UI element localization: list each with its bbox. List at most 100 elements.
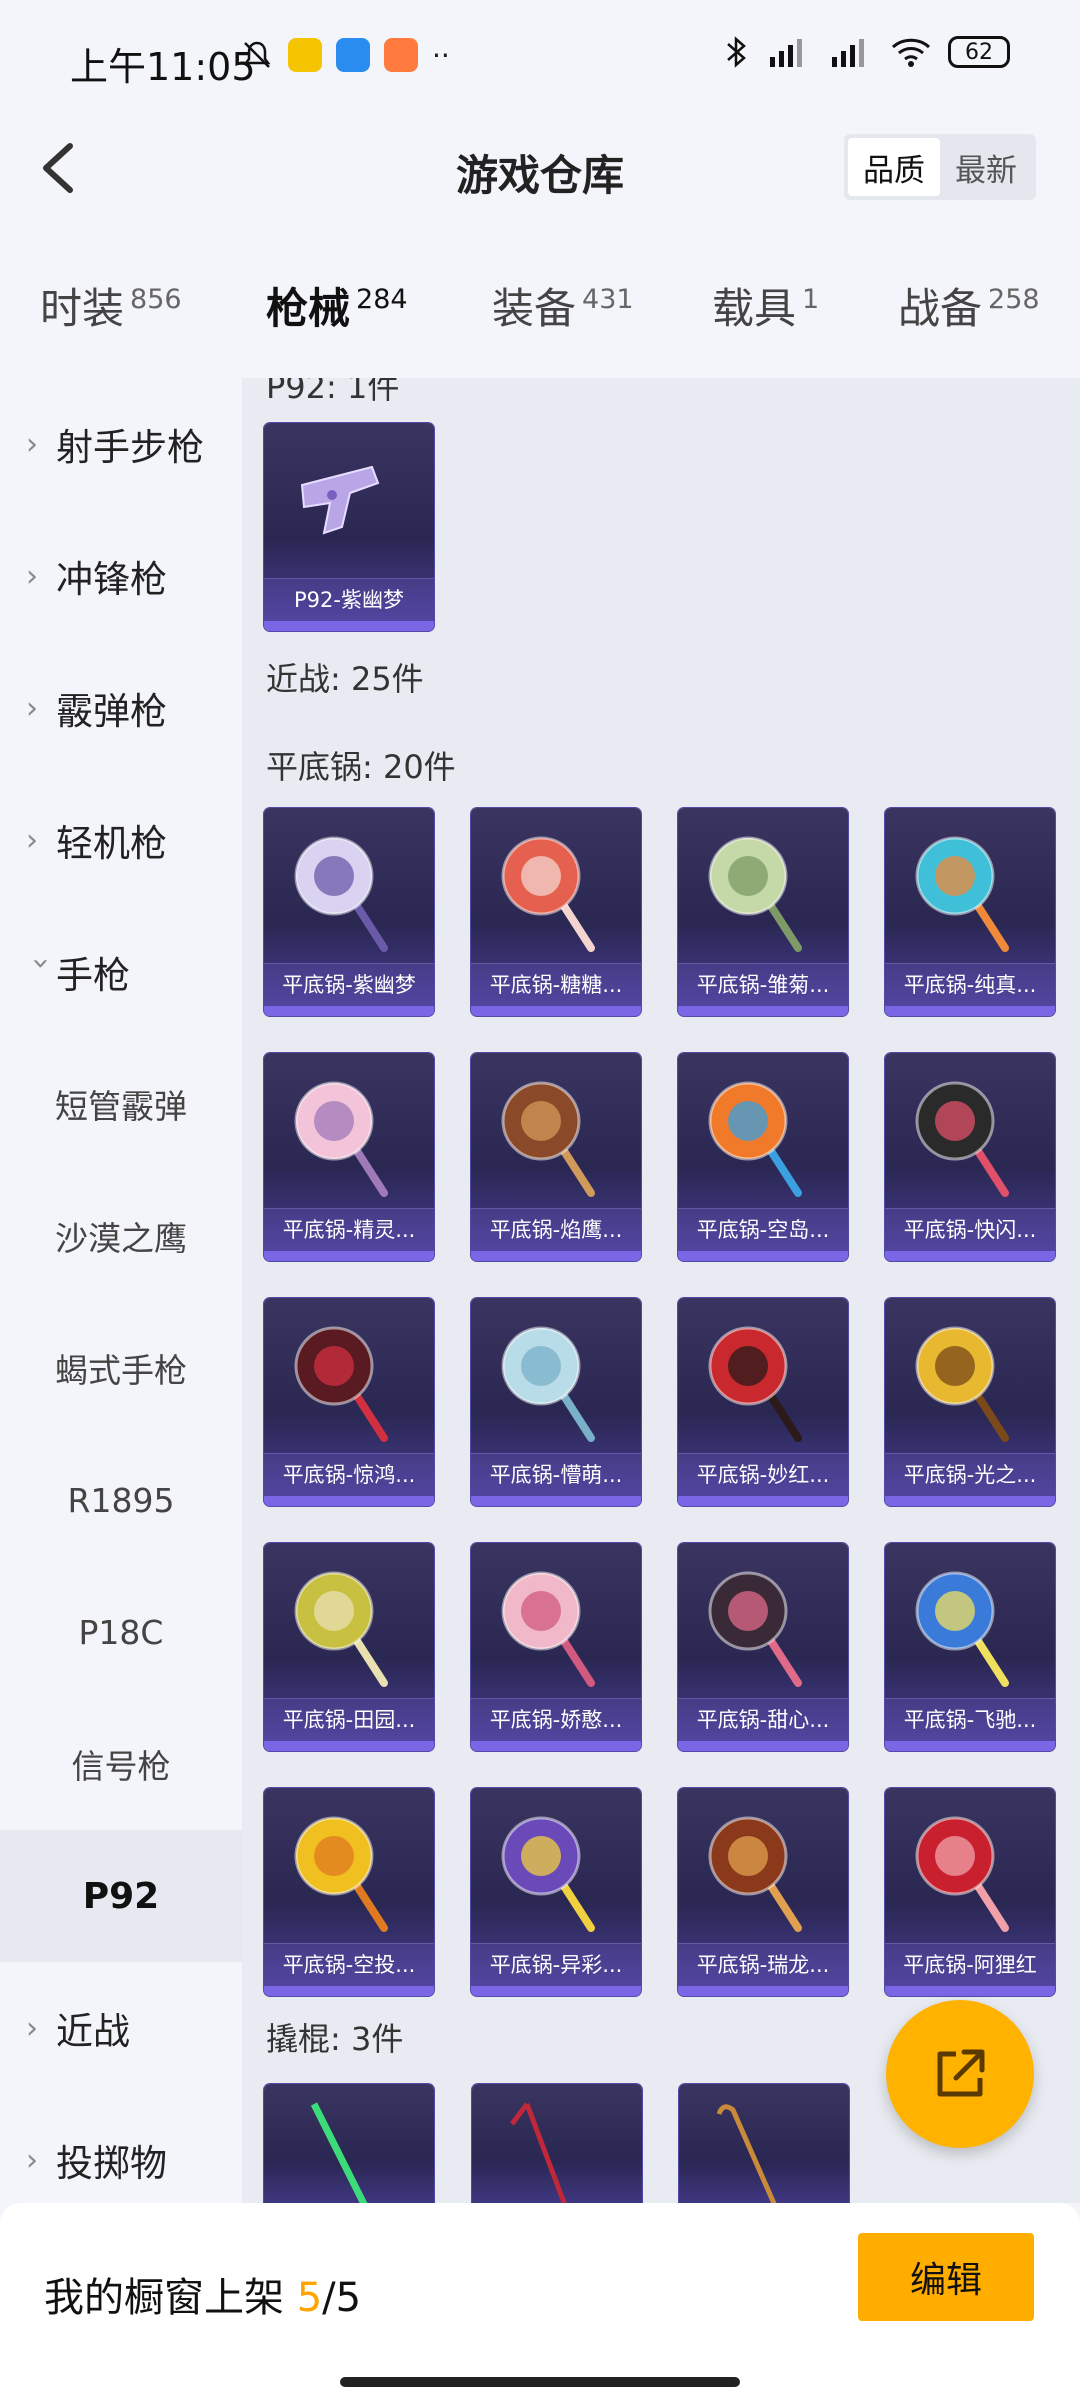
section-header-melee: 近战: 25件 [266, 660, 424, 698]
item-card-pan[interactable]: 平底锅-空投... [264, 1788, 434, 1996]
status-bar: 上午11:05 ·· 62 [0, 0, 1080, 120]
rarity-strip [678, 1496, 848, 1506]
rarity-strip [471, 1496, 641, 1506]
item-name: 平底锅-光之... [885, 1453, 1055, 1496]
share-fab[interactable] [886, 2000, 1034, 2148]
tab-supplies[interactable]: 战备 258 [898, 275, 1040, 336]
sidebar-item-skorpion[interactable]: 蝎式手枪 [0, 1302, 242, 1434]
sidebar-item-p92[interactable]: P92 [0, 1830, 242, 1962]
sidebar-item-smg[interactable]: › 冲锋枪 [0, 510, 242, 642]
sidebar-item-p18c[interactable]: P18C [0, 1566, 242, 1698]
tab-label: 载具 [712, 284, 797, 333]
item-card-pan[interactable]: 平底锅-田园... [264, 1543, 434, 1751]
tab-count: 1 [802, 284, 820, 315]
sidebar-item-r1895[interactable]: R1895 [0, 1434, 242, 1566]
tab-equipment[interactable]: 装备 431 [492, 275, 634, 336]
rarity-strip [885, 1496, 1055, 1506]
sidebar-item-melee[interactable]: › 近战 [0, 1962, 242, 2094]
rarity-strip [264, 621, 434, 631]
pan-skin-icon [708, 836, 802, 952]
item-card-pan[interactable]: 平底锅-焰鹰... [471, 1053, 641, 1261]
tab-vehicles[interactable]: 载具 1 [712, 275, 819, 336]
pan-skin-icon [501, 1081, 595, 1197]
rarity-strip [471, 1006, 641, 1016]
item-name: 平底锅-空投... [264, 1943, 434, 1986]
app-notify-icon [288, 38, 322, 72]
rarity-strip [678, 1741, 848, 1751]
section-header-p92: P92: 1件 [266, 378, 400, 406]
home-indicator[interactable] [340, 2377, 740, 2387]
tab-label: 枪械 [266, 284, 351, 333]
item-name: 平底锅-异彩... [471, 1943, 641, 1986]
sort-latest-button[interactable]: 最新 [940, 138, 1032, 196]
showcase-status: 我的橱窗上架 5/5 [44, 2265, 361, 2323]
item-card-pan[interactable]: 平底锅-阿狸红 [885, 1788, 1055, 1996]
pan-skin-icon [294, 836, 388, 952]
item-card-pan[interactable]: 平底锅-飞驰... [885, 1543, 1055, 1751]
item-card-crowbar-3[interactable] [679, 2084, 849, 2203]
rarity-strip [678, 1251, 848, 1261]
item-card-pan[interactable]: 平底锅-紫幽梦 [264, 808, 434, 1016]
tab-count: 258 [988, 284, 1040, 315]
item-card-pan[interactable]: 平底锅-纯真... [885, 808, 1055, 1016]
item-name: 平底锅-瑞龙... [678, 1943, 848, 1986]
item-card-pan[interactable]: 平底锅-懵萌... [471, 1298, 641, 1506]
item-card-pan[interactable]: 平底锅-妙红... [678, 1298, 848, 1506]
status-right: 62 [722, 34, 1010, 70]
sort-quality-button[interactable]: 品质 [848, 138, 940, 196]
pan-skin-icon [915, 1326, 1009, 1442]
more-notifications-icon: ·· [432, 38, 450, 72]
tab-count: 284 [356, 284, 408, 315]
showcase-label: 我的橱窗上架 [44, 2275, 284, 2321]
sidebar-item-label: 射手步枪 [56, 426, 204, 469]
tab-label: 战备 [898, 284, 983, 333]
rarity-strip [678, 1986, 848, 1996]
sidebar-item-flare-gun[interactable]: 信号枪 [0, 1698, 242, 1830]
rarity-strip [885, 1006, 1055, 1016]
item-card-pan[interactable]: 平底锅-娇憨... [471, 1543, 641, 1751]
item-name: 平底锅-甜心... [678, 1698, 848, 1741]
item-card-pan[interactable]: 平底锅-甜心... [678, 1543, 848, 1751]
item-card-pan[interactable]: 平底锅-异彩... [471, 1788, 641, 1996]
tab-guns[interactable]: 枪械 284 [266, 275, 408, 336]
item-card-pan[interactable]: 平底锅-空岛... [678, 1053, 848, 1261]
item-name: 平底锅-精灵... [264, 1208, 434, 1251]
item-card-pan[interactable]: 平底锅-快闪... [885, 1053, 1055, 1261]
item-card-p92[interactable]: P92-紫幽梦 [264, 423, 434, 631]
status-time: 上午11:05 [70, 45, 256, 89]
pan-skin-icon [708, 1571, 802, 1687]
sidebar-item-deagle[interactable]: 沙漠之鹰 [0, 1170, 242, 1302]
section-header-crowbar: 撬棍: 3件 [266, 2020, 404, 2058]
pan-skin-icon [915, 1816, 1009, 1932]
chevron-right-icon: › [26, 2142, 38, 2178]
pan-skin-icon [708, 1081, 802, 1197]
sidebar-item-lmg[interactable]: › 轻机枪 [0, 774, 242, 906]
item-card-pan[interactable]: 平底锅-光之... [885, 1298, 1055, 1506]
item-grid-area[interactable]: P92: 1件 P92-紫幽梦 近战: 25件 平底锅: 20件 平底锅-紫幽梦… [242, 378, 1080, 2203]
item-card-pan[interactable]: 平底锅-糖糖... [471, 808, 641, 1016]
pan-skin-icon [501, 1571, 595, 1687]
sidebar-item-shotgun[interactable]: › 霰弹枪 [0, 642, 242, 774]
item-name: 平底锅-妙红... [678, 1453, 848, 1496]
category-tabs: 时装 856 枪械 284 装备 431 载具 1 战备 258 [0, 255, 1080, 345]
item-card-pan[interactable]: 平底锅-精灵... [264, 1053, 434, 1261]
pan-skin-icon [501, 1816, 595, 1932]
item-card-crowbar-1[interactable] [264, 2084, 434, 2203]
edit-button[interactable]: 编辑 [858, 2233, 1034, 2321]
signal-icon-1 [770, 39, 802, 67]
sidebar-item-sawed-off[interactable]: 短管霰弹 [0, 1038, 242, 1170]
item-name: 平底锅-糖糖... [471, 963, 641, 1006]
sidebar-item-label: 轻机枪 [56, 822, 167, 865]
item-card-pan[interactable]: 平底锅-惊鸿... [264, 1298, 434, 1506]
sidebar-item-pistol[interactable]: › 手枪 [0, 906, 242, 1038]
showcase-bar: 我的橱窗上架 5/5 编辑 [0, 2203, 1080, 2400]
item-card-crowbar-2[interactable] [472, 2084, 642, 2203]
item-card-pan[interactable]: 平底锅-雏菊... [678, 808, 848, 1016]
sidebar-item-throwables[interactable]: › 投掷物 [0, 2094, 242, 2203]
item-card-pan[interactable]: 平底锅-瑞龙... [678, 1788, 848, 1996]
tab-fashion[interactable]: 时装 856 [40, 275, 182, 336]
pan-skin-icon [915, 1081, 1009, 1197]
sidebar-item-dmr[interactable]: › 射手步枪 [0, 378, 242, 510]
page-header: 游戏仓库 品质 最新 [0, 120, 1080, 220]
pan-skin-icon [708, 1326, 802, 1442]
